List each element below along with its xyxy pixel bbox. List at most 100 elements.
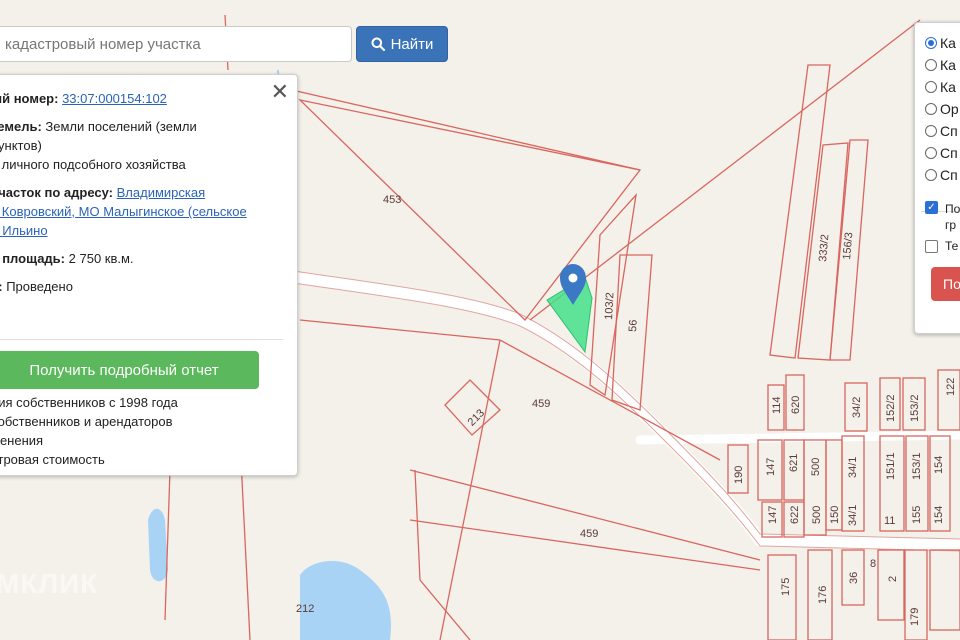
report-feature-item: собственников и арендаторов bbox=[0, 414, 173, 429]
layer-option-3[interactable]: Ка bbox=[925, 79, 956, 95]
layer-option-label: Ор bbox=[940, 101, 959, 117]
plot-label-620: 620 bbox=[790, 396, 802, 414]
plot-label-34-1: 34/1 bbox=[847, 457, 859, 478]
plot-label-500: 500 bbox=[811, 506, 823, 524]
plot-label-147: 147 bbox=[767, 506, 779, 524]
survey-label: е: bbox=[0, 279, 3, 294]
radio-button[interactable] bbox=[925, 81, 937, 93]
land-use-value: я личного подсобного хозяйства bbox=[0, 157, 186, 172]
address-link[interactable]: Владимирская bbox=[117, 185, 206, 200]
plot-label-156-3: 156/3 bbox=[841, 232, 855, 260]
plot-label-333-2: 333/2 bbox=[817, 234, 831, 262]
address-row-2: н Ковровский, МО Малыгинское (сельское bbox=[0, 204, 247, 219]
plot-label-2: 2 bbox=[887, 576, 899, 582]
search-button-label: Найти bbox=[390, 35, 434, 53]
plot-label-122: 122 bbox=[945, 378, 957, 396]
checkbox[interactable] bbox=[925, 239, 938, 253]
layer-option-1[interactable]: Ка bbox=[925, 35, 956, 51]
plot-label-459: 459 bbox=[580, 528, 598, 540]
cadastral-number-label: ый номер: bbox=[0, 91, 59, 106]
land-category-row: земель: Земли поселений (земли bbox=[0, 119, 197, 134]
plot-label-114: 114 bbox=[771, 396, 783, 414]
checkbox-label: Те bbox=[945, 239, 959, 253]
land-category-value: Земли поселений (земли bbox=[45, 119, 197, 134]
plot-label-500: 500 bbox=[810, 458, 822, 476]
checkbox-label: гр bbox=[945, 218, 957, 232]
plot-label-11: 11 bbox=[884, 515, 895, 527]
layer-panel: Ка Ка Ка Ор Сп Сп Сп ✓ По гр Те По bbox=[914, 22, 960, 334]
land-category-label: земель: bbox=[0, 119, 42, 134]
survey-value: Проведено bbox=[6, 279, 73, 294]
radio-button[interactable] bbox=[925, 147, 937, 159]
layer-option-7[interactable]: Сп bbox=[925, 167, 958, 183]
layer-option-label: Ка bbox=[940, 35, 956, 51]
radio-selected[interactable] bbox=[925, 37, 937, 49]
report-feature-item: рия собственников с 1998 года bbox=[0, 395, 178, 410]
plot-label-154: 154 bbox=[933, 456, 945, 474]
land-category-value-2: пунктов) bbox=[0, 138, 42, 153]
layer-option-label: Сп bbox=[940, 167, 958, 183]
address-label: участок по адресу: bbox=[0, 185, 113, 200]
layer-option-label: Ка bbox=[940, 57, 956, 73]
plot-label-34-1: 34/1 bbox=[847, 505, 859, 526]
layer-option-4[interactable]: Ор bbox=[925, 101, 959, 117]
plot-label-36: 36 bbox=[848, 572, 860, 584]
area-label: я площадь: bbox=[0, 251, 66, 266]
address-row-3: д Ильино bbox=[0, 223, 48, 238]
layer-option-6[interactable]: Сп bbox=[925, 145, 958, 161]
plot-label-179: 179 bbox=[909, 608, 921, 626]
layer-option-label: Сп bbox=[940, 123, 958, 139]
plot-label-34-2: 34/2 bbox=[851, 397, 863, 418]
plot-label-103-2: 103/2 bbox=[603, 292, 616, 320]
parcel-info-popup: ✕ ый номер: 33:07:000154:102 земель: Зем… bbox=[0, 74, 298, 476]
plot-label-190: 190 bbox=[733, 466, 745, 484]
survey-row: е: Проведено bbox=[0, 279, 73, 294]
cadastral-number-link[interactable]: 33:07:000154:102 bbox=[62, 91, 167, 106]
plot-label-175: 175 bbox=[780, 578, 792, 596]
plot-label-622: 622 bbox=[789, 506, 801, 524]
layer-option-2[interactable]: Ка bbox=[925, 57, 956, 73]
boundaries-checkbox-option[interactable]: ✓ По гр bbox=[925, 201, 960, 233]
plot-label-147: 147 bbox=[765, 458, 777, 476]
layer-option-label: Сп bbox=[940, 145, 958, 161]
terrain-checkbox-option[interactable]: Те bbox=[925, 239, 958, 253]
radio-button[interactable] bbox=[925, 103, 937, 115]
area-value: 2 750 кв.м. bbox=[68, 251, 134, 266]
area-row: я площадь: 2 750 кв.м. bbox=[0, 251, 134, 266]
checkbox-checked[interactable]: ✓ bbox=[925, 201, 938, 214]
radio-button[interactable] bbox=[925, 125, 937, 137]
address-link[interactable]: д Ильино bbox=[0, 223, 48, 238]
plot-label-155: 155 bbox=[911, 506, 923, 524]
get-report-button[interactable]: Получить подробный отчет bbox=[0, 351, 259, 389]
plot-label-621: 621 bbox=[788, 454, 800, 472]
search-button[interactable]: Найти bbox=[356, 26, 448, 62]
plot-label-56: 56 bbox=[627, 319, 640, 332]
radio-button[interactable] bbox=[925, 169, 937, 181]
checkbox-label: По bbox=[945, 202, 960, 216]
watermark: МКЛИК bbox=[0, 568, 98, 599]
plot-label-152-2: 152/2 bbox=[885, 394, 897, 422]
address-row: участок по адресу: Владимирская bbox=[0, 185, 205, 200]
layer-option-5[interactable]: Сп bbox=[925, 123, 958, 139]
search-input[interactable] bbox=[0, 26, 352, 62]
plot-label-153-2: 153/2 bbox=[909, 394, 921, 422]
search-icon bbox=[371, 37, 385, 51]
divider bbox=[0, 339, 283, 340]
report-feature-item: стровая стоимость bbox=[0, 452, 105, 467]
radio-button[interactable] bbox=[925, 59, 937, 71]
report-feature-item: менения bbox=[0, 433, 44, 448]
plot-label-151-1: 151/1 bbox=[885, 452, 897, 480]
close-icon[interactable]: ✕ bbox=[271, 79, 289, 105]
apply-layers-button[interactable]: По bbox=[931, 267, 960, 301]
plot-label-150: 150 bbox=[829, 506, 841, 524]
plot-label-154: 154 bbox=[933, 506, 945, 524]
plot-label-153-1: 153/1 bbox=[911, 452, 923, 480]
address-link[interactable]: н Ковровский, МО Малыгинское (сельское bbox=[0, 204, 247, 219]
plot-label-459: 459 bbox=[532, 398, 550, 410]
plot-label-453: 453 bbox=[383, 194, 401, 206]
plot-label-176: 176 bbox=[817, 586, 829, 604]
plot-label-8: 8 bbox=[870, 558, 876, 570]
layer-option-label: Ка bbox=[940, 79, 956, 95]
plot-label-212: 212 bbox=[296, 603, 314, 615]
cadastral-number-row: ый номер: 33:07:000154:102 bbox=[0, 91, 167, 106]
